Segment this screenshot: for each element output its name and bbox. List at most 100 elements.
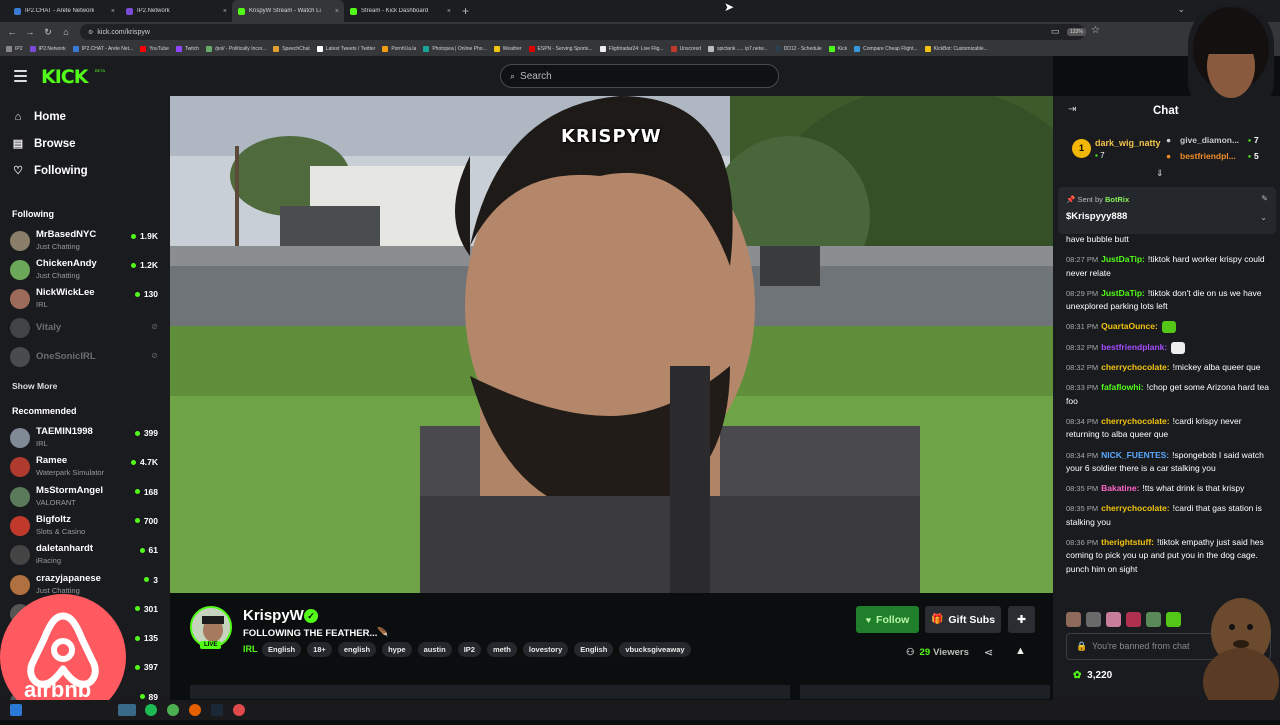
forward-arrow-icon[interactable]: → [24,27,36,37]
sidebar-channel[interactable]: ChickenAndy Just Chatting 1.2K [10,257,162,285]
share-icon[interactable]: ⋖ [984,646,993,659]
browser-tab[interactable]: IP2.CHAT - Arete Network × [8,0,120,22]
chat-message[interactable]: 08:29 PM JustDaTip: !tiktok don't die on u… [1066,287,1269,314]
obs-icon[interactable] [233,704,245,716]
stream-tag[interactable]: meth [486,642,517,657]
chevron-down-icon[interactable]: ⌄ [1260,213,1267,222]
chat-username[interactable]: cherrychocolate: [1101,503,1170,513]
stream-tag[interactable]: lovestory [522,642,569,657]
close-tab-icon[interactable]: × [447,8,451,15]
bookmark-item[interactable]: Unscored [670,46,701,52]
browser-tab[interactable]: KrispyW Stream - Watch Li × [232,0,344,22]
bookmark-item[interactable]: IP2 [6,46,23,52]
chat-message[interactable]: 08:32 PM bestfriendplank: [1066,341,1269,354]
bookmark-item[interactable]: DD12 - Schedule [774,46,822,52]
sidebar-channel[interactable]: Bigfoltz Slots & Casino 700 [10,513,162,541]
emote-icon[interactable] [1146,612,1161,627]
chat-message[interactable]: have bubble butt [1066,233,1269,246]
show-more-button[interactable]: Show More [12,381,57,391]
emote-icon[interactable] [1086,612,1101,627]
nav-home[interactable]: ⌂ Home [12,111,66,123]
emote-icon[interactable] [1126,612,1141,627]
chat-username[interactable]: cherrychocolate: [1101,416,1170,426]
bookmark-item[interactable]: Flightradar24: Live Flig... [599,46,664,52]
collapse-chat-icon[interactable]: ⇥ [1068,104,1076,115]
close-tab-icon[interactable]: × [335,8,339,15]
home-icon[interactable]: ⌂ [60,27,72,37]
chat-message[interactable]: 08:36 PM therightstuff: !tiktok empathy ju… [1066,536,1269,576]
spotify-icon[interactable] [145,704,157,716]
url-field[interactable]: ⚙ kick.com/krispyw [80,24,1085,40]
bookmark-item[interactable]: spictank ..... ip7.netw... [708,46,768,52]
stream-tag[interactable]: hype [382,642,412,657]
chat-username[interactable]: NICK_FUENTES: [1101,450,1169,460]
firefox-icon[interactable] [189,704,201,716]
search-input[interactable]: ⌕ Search [500,64,779,88]
nav-following[interactable]: ♡ Following [12,164,88,178]
gifter-name[interactable]: bestfriendpl... [1180,151,1236,161]
bookmark-item[interactable]: Photopea | Online Pho... [423,46,487,52]
report-icon[interactable]: ▲ [1015,645,1026,657]
stream-category[interactable]: IRL [243,644,258,654]
nav-browse[interactable]: ▤ Browse [12,137,76,151]
zoom-indicator[interactable]: 133% [1067,28,1086,36]
streamer-name[interactable]: KrispyW [243,607,304,624]
chat-username[interactable]: fafaflowhi: [1101,382,1144,392]
chat-message[interactable]: 08:35 PM Bakatine: !tts what drink is that… [1066,482,1269,495]
close-tab-icon[interactable]: × [111,8,115,15]
chat-message[interactable]: 08:34 PM NICK_FUENTES: !spongebob I said w… [1066,449,1269,476]
stream-tag[interactable]: English [574,642,614,657]
follow-button[interactable]: ♥ Follow [856,606,919,633]
bookmark-item[interactable]: KickBot: Customizable... [924,46,988,52]
pinned-message[interactable]: 📌 Sent by BotRix $Krispyyy888 ✎ ⌄ [1058,187,1276,234]
tab-search-chevron-icon[interactable]: ⌄ [1177,4,1185,15]
chat-username[interactable]: therightstuff: [1101,537,1154,547]
chat-message[interactable]: 08:34 PM cherrychocolate: !cardi krispy ne… [1066,415,1269,442]
sidebar-channel[interactable]: MrBasedNYC Just Chatting 1.9K [10,228,162,256]
chat-username[interactable]: cherrychocolate: [1101,362,1170,372]
stream-tag[interactable]: austin [417,642,452,657]
unpin-icon[interactable]: ✎ [1261,194,1268,203]
sidebar-channel[interactable]: OneSonicIRL ⊘ [10,344,162,372]
sidebar-channel[interactable]: TAEMIN1998 IRL 399 [10,425,162,453]
sidebar-channel[interactable]: MsStormAngel VALORANT 168 [10,484,162,512]
gift-subs-button[interactable]: 🎁 Gift Subs [925,606,1001,633]
chat-username[interactable]: JustDaTip: [1101,288,1145,298]
chat-username[interactable]: bestfriendplank: [1101,342,1167,352]
taskbar-app-icon[interactable] [118,704,136,716]
chat-message[interactable]: 08:31 PM QuartaOunce: [1066,320,1269,334]
site-info-icon[interactable]: ⚙ [88,29,93,36]
channel-points[interactable]: ✿ 3,220 [1073,670,1112,681]
bookmark-star-icon[interactable]: ☆ [1091,25,1100,36]
cast-icon[interactable]: ▭ [1051,26,1060,37]
bookmark-item[interactable]: IP2.Network [29,46,66,52]
more-options-button[interactable]: ✚ [1008,606,1035,633]
new-tab-button[interactable]: + [462,4,469,18]
emote-icon[interactable] [1066,612,1081,627]
bookmark-item[interactable]: Weather [493,46,522,52]
stream-tag[interactable]: 18+ [307,642,332,657]
emote-icon[interactable] [1106,612,1121,627]
chat-message[interactable]: 08:27 PM JustDaTip: !tiktok hard worker kr… [1066,253,1269,280]
reload-icon[interactable]: ↻ [42,27,54,38]
bookmark-item[interactable]: Kick [828,46,847,52]
sidebar-channel[interactable]: NickWickLee IRL 130 [10,286,162,314]
stream-tag[interactable]: IP2 [457,642,481,657]
bookmark-item[interactable]: IP2.CHAT - Arete Net... [72,46,133,52]
expand-leaderboard-icon[interactable]: ⇓ [1156,168,1164,179]
chat-message[interactable]: 08:33 PM fafaflowhi: !chop get some Arizon… [1066,381,1269,408]
sidebar-channel[interactable]: daletanhardt iRacing 61 [10,542,162,570]
chat-username[interactable]: QuartaOunce: [1101,321,1158,331]
kick-logo[interactable]: KICK [41,66,88,88]
menu-icon[interactable] [14,70,27,85]
bookmark-item[interactable]: Pornhl.la.la [382,46,416,52]
bookmark-item[interactable]: ESPN - Serving Sports... [528,46,593,52]
bookmark-item[interactable]: Twitch [175,46,199,52]
chat-message[interactable]: 08:35 PM cherrychocolate: !cardi that gas … [1066,502,1269,529]
gifter-name[interactable]: give_diamon... [1180,135,1239,145]
browser-tab[interactable]: Stream - Kick Dashboard × [344,0,456,22]
bookmark-item[interactable]: SpeechChat [273,46,310,52]
chat-username[interactable]: JustDaTip: [1101,254,1145,264]
stream-tag[interactable]: vbucksgiveaway [619,642,691,657]
stream-tag[interactable]: English [262,642,302,657]
